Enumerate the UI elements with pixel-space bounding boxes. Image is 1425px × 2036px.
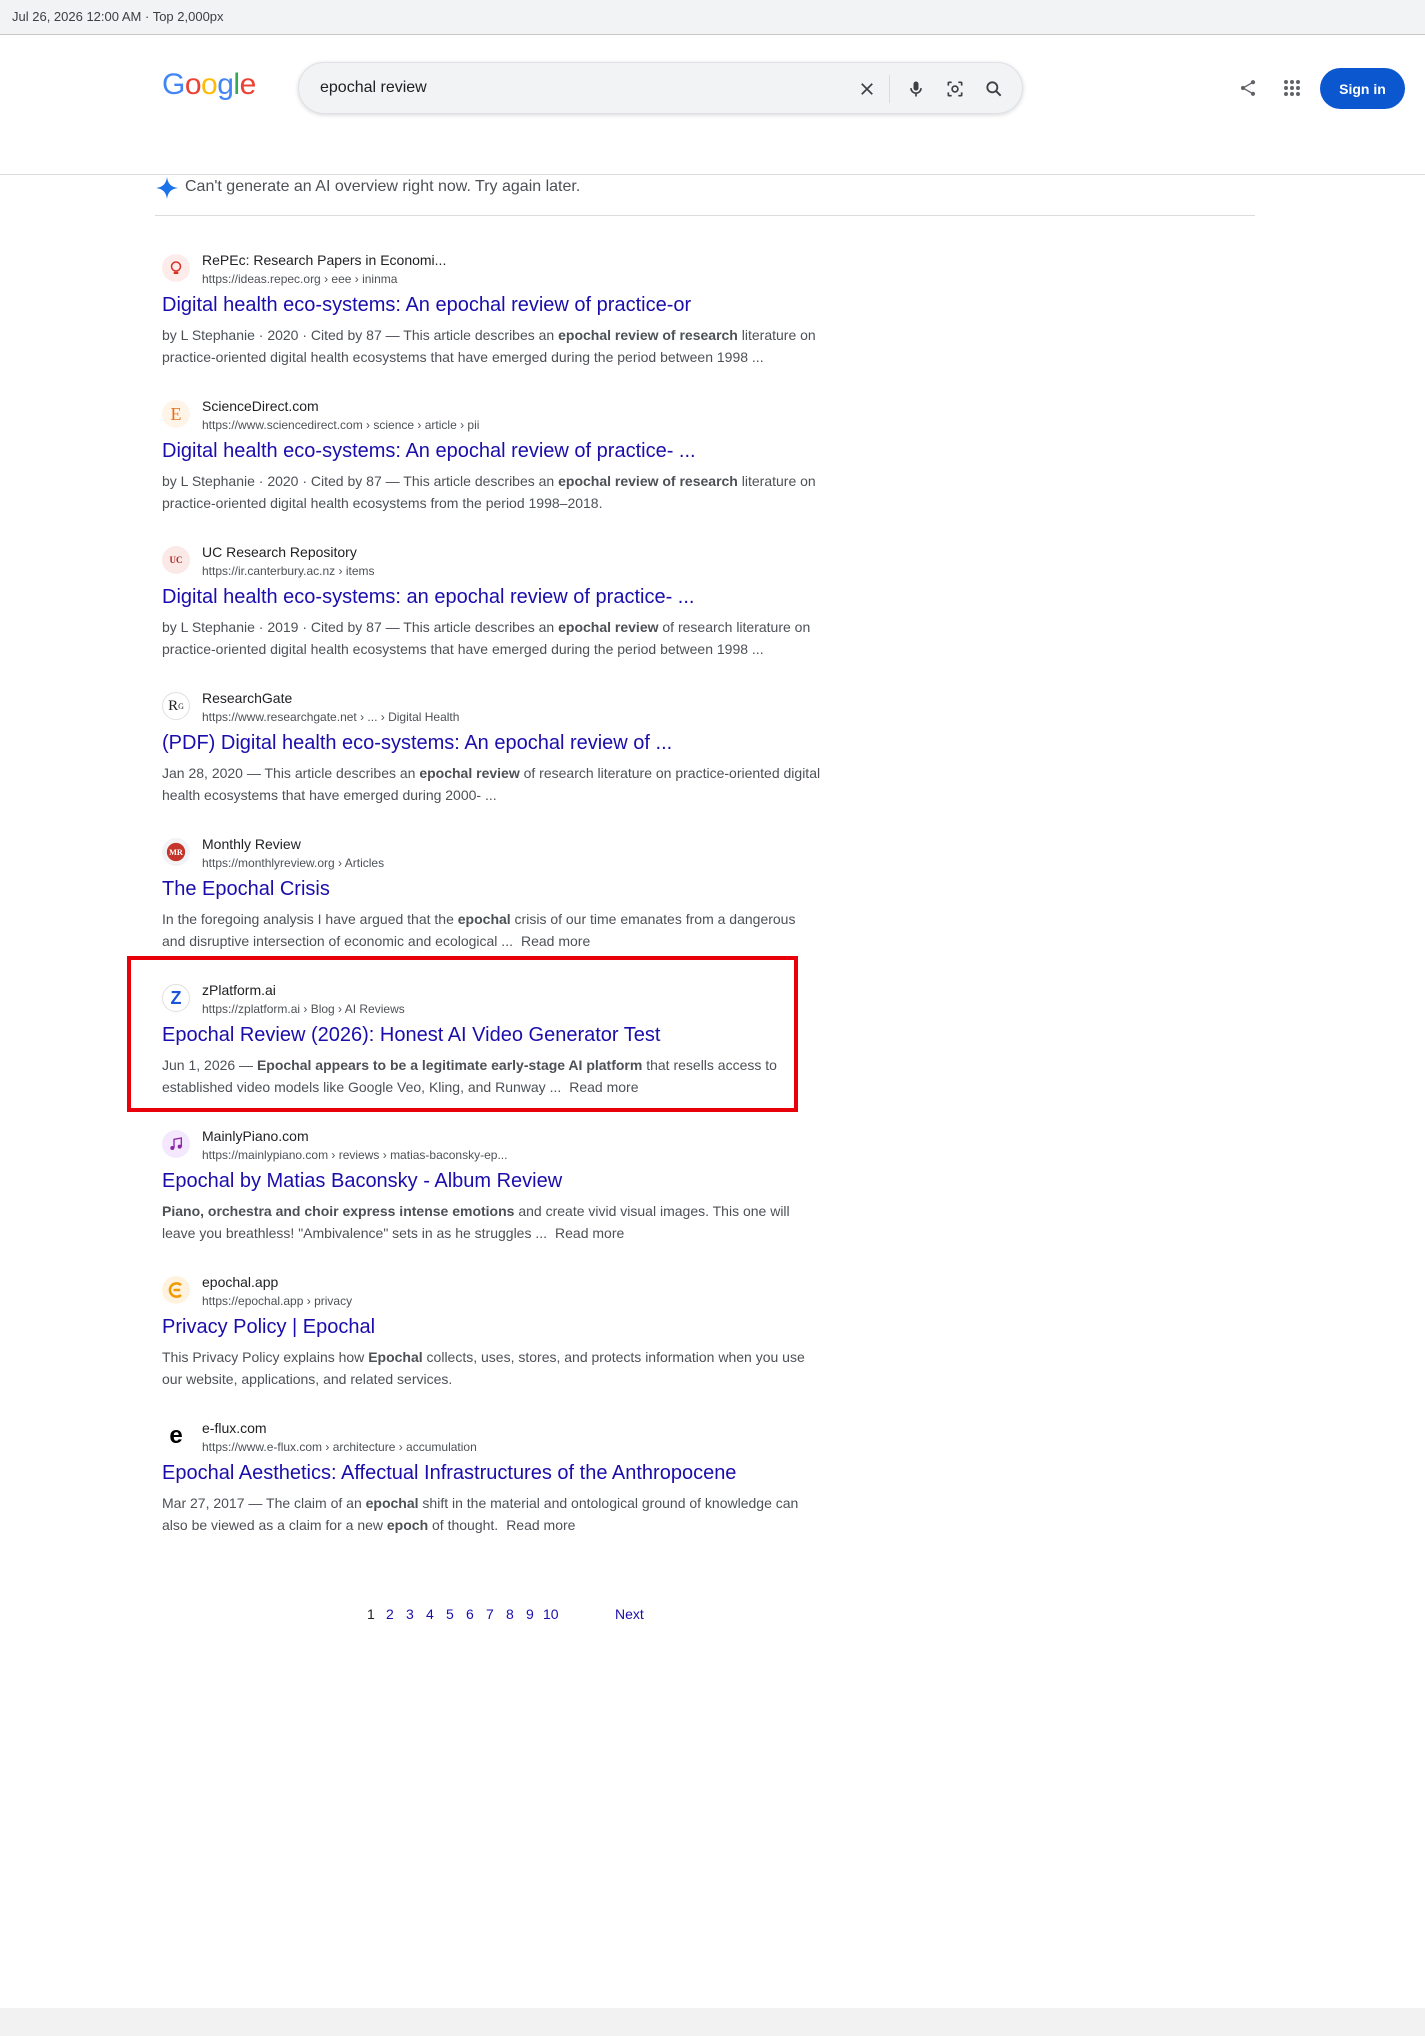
result-url[interactable]: https://ir.canterbury.ac.nz › items: [202, 564, 375, 578]
music-note-icon: [162, 1130, 190, 1158]
page-link[interactable]: 7: [486, 1606, 494, 1622]
result-url[interactable]: https://epochal.app › privacy: [202, 1294, 352, 1308]
result-snippet: by L Stephanie · 2020 · Cited by 87 — Th…: [162, 324, 822, 368]
search-input[interactable]: epochal review: [320, 79, 427, 97]
page-link[interactable]: 10: [543, 1606, 559, 1622]
result-title-link[interactable]: (PDF) Digital health eco‑systems: An epo…: [162, 730, 672, 756]
researchgate-icon: RG: [162, 692, 190, 720]
search-divider: [889, 75, 890, 103]
apps-grid-icon[interactable]: [1278, 74, 1306, 102]
result-site-name[interactable]: epochal.app: [202, 1274, 278, 1290]
result-snippet: Mar 27, 2017 — The claim of an epochal s…: [162, 1492, 822, 1536]
result-snippet: Piano, orchestra and choir express inten…: [162, 1200, 822, 1244]
result-title-link[interactable]: Privacy Policy | Epochal: [162, 1314, 375, 1340]
logo-letter: G: [162, 68, 185, 101]
result-url[interactable]: https://www.e-flux.com › architecture › …: [202, 1440, 477, 1454]
result-site-name[interactable]: e-flux.com: [202, 1420, 267, 1436]
uc-crest-icon: UC: [162, 546, 190, 574]
result-site-name[interactable]: UC Research Repository: [202, 544, 357, 560]
result-title-link[interactable]: Digital health eco‑systems: An epochal r…: [162, 438, 696, 464]
result-url[interactable]: https://www.sciencedirect.com › science …: [202, 418, 479, 432]
svg-text:MR: MR: [169, 848, 184, 857]
read-more-link[interactable]: Read more: [506, 1517, 575, 1533]
bulb-icon: [162, 254, 190, 282]
result-url[interactable]: https://www.researchgate.net › ... › Dig…: [202, 710, 459, 724]
logo-letter: e: [239, 68, 257, 101]
result-title-link[interactable]: Digital health eco‑systems: an epochal r…: [162, 584, 694, 610]
search-box[interactable]: epochal review: [298, 62, 1023, 114]
microphone-icon[interactable]: [903, 76, 929, 102]
next-page-link[interactable]: Next: [615, 1606, 644, 1622]
page-link: 1: [367, 1606, 375, 1622]
result-snippet: by L Stephanie · 2020 · Cited by 87 — Th…: [162, 470, 822, 514]
result-url[interactable]: https://monthlyreview.org › Articles: [202, 856, 384, 870]
result-site-name[interactable]: ResearchGate: [202, 690, 292, 706]
page-link[interactable]: 5: [446, 1606, 454, 1622]
sign-in-button[interactable]: Sign in: [1320, 68, 1405, 109]
camera-search-icon[interactable]: [942, 76, 968, 102]
result-site-name[interactable]: MainlyPiano.com: [202, 1128, 309, 1144]
eflux-icon: e: [162, 1422, 190, 1450]
ai-overview-message: Can't generate an AI overview right now.…: [185, 178, 581, 195]
result-snippet: by L Stephanie · 2019 · Cited by 87 — Th…: [162, 616, 822, 660]
footer-bar: [0, 2008, 1425, 2036]
snippet-highlight: epochal review of research: [558, 327, 738, 343]
search-header: Google epochal review Sign in: [0, 36, 1425, 175]
result-snippet: In the foregoing analysis I have argued …: [162, 908, 822, 952]
result-title-link[interactable]: Digital health eco‑systems: An epochal r…: [162, 292, 691, 318]
snippet-text: Mar 27, 2017 — The claim of an: [162, 1495, 366, 1511]
result-site-name[interactable]: ScienceDirect.com: [202, 398, 319, 414]
logo-letter: o: [184, 68, 202, 101]
snippet-highlight: Piano, orchestra and choir express inten…: [162, 1203, 515, 1219]
snippet-text: Jan 28, 2020 — This article describes an: [162, 765, 420, 781]
snippet-highlight: epochal review: [558, 619, 659, 635]
result-site-name[interactable]: Monthly Review: [202, 836, 301, 852]
clear-icon[interactable]: [854, 76, 880, 102]
page-link[interactable]: 6: [466, 1606, 474, 1622]
snippet-highlight: epoch: [386, 1517, 429, 1533]
snippet-text: by L Stephanie · 2020 · Cited by 87 — Th…: [162, 327, 559, 343]
snippet-highlight: epochal review: [419, 765, 520, 781]
result-snippet: Jan 28, 2020 — This article describes an…: [162, 762, 822, 806]
share-icon[interactable]: [1234, 74, 1262, 102]
logo-letter: o: [201, 68, 218, 101]
read-more-link[interactable]: Read more: [521, 933, 590, 949]
page-link[interactable]: 3: [406, 1606, 414, 1622]
result-snippet: This Privacy Policy explains how Epochal…: [162, 1346, 822, 1390]
result-title-link[interactable]: The Epochal Crisis: [162, 876, 330, 902]
snippet-text: of thought.: [428, 1517, 499, 1533]
page-link[interactable]: 9: [526, 1606, 534, 1622]
page-link[interactable]: 2: [386, 1606, 394, 1622]
logo-letter: g: [217, 68, 234, 101]
ai-overview-notice: Can't generate an AI overview right now.…: [155, 174, 1255, 216]
snippet-highlight: epochal: [457, 911, 511, 927]
snippet-text: In the foregoing analysis I have argued …: [162, 911, 458, 927]
result-site-name[interactable]: RePEc: Research Papers in Economi...: [202, 252, 446, 268]
highlight-box: [127, 956, 798, 1112]
ai-sparkle-icon: [155, 176, 179, 200]
snippet-text: This Privacy Policy explains how: [162, 1349, 369, 1365]
monthly-review-icon: MR: [162, 838, 190, 866]
snippet-text: by L Stephanie · 2020 · Cited by 87 — Th…: [162, 473, 559, 489]
snippet-text: by L Stephanie · 2019 · Cited by 87 — Th…: [162, 619, 559, 635]
result-url[interactable]: https://ideas.repec.org › eee › ininma: [202, 272, 397, 286]
snippet-highlight: epochal: [365, 1495, 419, 1511]
snippet-highlight: Epochal: [368, 1349, 423, 1365]
read-more-link[interactable]: Read more: [555, 1225, 624, 1241]
result-url[interactable]: https://mainlypiano.com › reviews › mati…: [202, 1148, 507, 1162]
result-title-link[interactable]: Epochal by Matias Baconsky - Album Revie…: [162, 1168, 562, 1194]
search-icon[interactable]: [981, 76, 1007, 102]
google-logo[interactable]: Google: [162, 68, 256, 102]
epochal-logo-icon: [162, 1276, 190, 1304]
capture-info-text: Jul 26, 2026 12:00 AM · Top 2,000px: [12, 9, 224, 24]
page-link[interactable]: 8: [506, 1606, 514, 1622]
capture-info-bar: Jul 26, 2026 12:00 AM · Top 2,000px: [0, 0, 1425, 35]
snippet-highlight: epochal review of research: [558, 473, 738, 489]
elsevier-icon: E: [162, 400, 190, 428]
page-link[interactable]: 4: [426, 1606, 434, 1622]
result-title-link[interactable]: Epochal Aesthetics: Affectual Infrastruc…: [162, 1460, 736, 1486]
